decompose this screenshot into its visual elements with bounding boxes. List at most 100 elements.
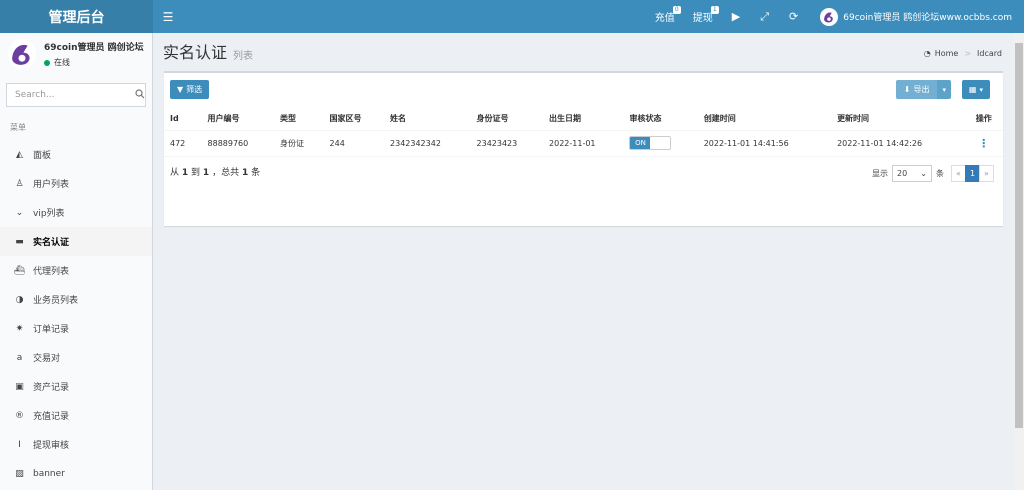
breadcrumb-separator: > [964, 49, 972, 58]
recharge-link[interactable]: 充值 0 [646, 0, 684, 33]
sidebar-item-label: 订单记录 [33, 325, 70, 335]
toggle-on-label: ON [630, 137, 651, 149]
page-button-current[interactable]: 1 [965, 165, 980, 182]
prev-page-button[interactable]: « [951, 165, 966, 182]
cell-id-number: 23423423 [470, 130, 544, 157]
pagination: 显示 20 ⌄ 条 « 1 » [872, 165, 994, 182]
table-icon: ▦ [968, 85, 977, 94]
filter-button[interactable]: ▼ 筛选 [170, 80, 210, 99]
withdraw-link[interactable]: 提现 1 [684, 0, 722, 33]
withdraw-label: 提现 [692, 13, 713, 24]
sidebar-item-label: 充值记录 [33, 412, 70, 422]
user-menu[interactable]: 69coin管理员 鸥创论坛www.ocbbs.com [808, 7, 1012, 26]
scrollbar-thumb[interactable] [1015, 43, 1023, 428]
cell-updated: 2022-11-01 14:42:26 [831, 130, 965, 157]
cell-status: ON [623, 130, 698, 157]
sidebar-item[interactable]: ♙ 用户列表 [0, 169, 152, 198]
column-header[interactable]: 国家区号 [323, 108, 385, 131]
sidebar-search [6, 83, 146, 107]
page-size-label: 显示 [872, 169, 888, 178]
text-height-icon: Ⅰ [18, 439, 21, 450]
image-icon: ▨ [15, 468, 24, 479]
sidebar-item-label: vip列表 [33, 209, 65, 219]
brand-logo[interactable]: 管理后台 [0, 0, 153, 33]
user-status: 在线 [44, 57, 144, 68]
column-header[interactable]: 类型 [274, 108, 324, 131]
filter-label: 筛选 [186, 85, 203, 94]
play-icon[interactable]: ▶ [722, 0, 750, 33]
export-button[interactable]: ⬇ 导出 [895, 80, 938, 99]
ship-icon: ⛴ [13, 265, 26, 276]
sidebar-user-name: 69coin管理员 鸥创论坛www.ocbbs.com [44, 43, 144, 53]
registered-icon: ® [15, 410, 24, 421]
column-header[interactable]: 用户编号 [201, 108, 275, 131]
cell-name: 2342342342 [384, 130, 471, 157]
sidebar-item[interactable]: ▬ 实名认证 [0, 227, 152, 256]
sidebar-item[interactable]: ® 充值记录 [0, 401, 152, 430]
sidebar-item-label: 资产记录 [33, 383, 70, 393]
sidebar-item[interactable]: ✷ 订单记录 [0, 314, 152, 343]
dashboard-icon: ◔ [923, 49, 931, 58]
sidebar-item[interactable]: ⌄ vip列表 [0, 198, 152, 227]
column-header[interactable]: Id [164, 108, 202, 131]
breadcrumb: ◔ Home > Idcard [924, 49, 1002, 58]
column-header[interactable]: 创建时间 [697, 108, 832, 131]
export-label: 导出 [913, 85, 930, 94]
column-header[interactable]: 审核状态 [623, 108, 698, 131]
sidebar-item[interactable]: ▣ 资产记录 [0, 372, 152, 401]
to-value: 1 [202, 168, 210, 178]
column-header[interactable]: 身份证号 [470, 108, 544, 131]
search-input[interactable] [15, 90, 135, 100]
sidebar-item-label: 用户列表 [33, 180, 70, 190]
column-header[interactable]: 姓名 [384, 108, 471, 131]
export-button-group: ⬇ 导出 ▾ [895, 80, 951, 99]
columns-button[interactable]: ▦ ▾ [961, 80, 990, 99]
export-dropdown-button[interactable]: ▾ [937, 80, 951, 99]
more-actions-icon[interactable]: ⋮ [978, 137, 989, 150]
recharge-badge: 0 [672, 6, 681, 14]
cell-user-no: 88889760 [201, 130, 275, 157]
cell-actions: ⋮ [964, 130, 1003, 157]
column-header[interactable]: 操作 [964, 108, 1003, 131]
avatar [8, 39, 36, 69]
sidebar-item-label: banner [33, 468, 65, 479]
refresh-icon[interactable]: ⟳ [779, 0, 808, 33]
column-header[interactable]: 更新时间 [831, 108, 965, 131]
sidebar-item-label: 实名认证 [33, 238, 70, 248]
sidebar-toggle-icon[interactable]: ☰ [153, 0, 183, 33]
menu-header: 菜单 [10, 123, 26, 132]
gear-icon: ✷ [15, 323, 24, 334]
sidebar-item[interactable]: ⛴ 代理列表 [0, 256, 152, 285]
money-icon: ▣ [15, 381, 24, 392]
recharge-label: 充值 [654, 13, 675, 24]
filter-icon: ▼ [177, 85, 184, 94]
fullscreen-icon[interactable]: ⤢ [750, 0, 779, 33]
column-header[interactable]: 出生日期 [543, 108, 624, 131]
top-user-name: 69coin管理员 鸥创论坛www.ocbbs.com [843, 13, 1012, 23]
page-title: 实名认证 [163, 43, 228, 62]
page-scrollbar[interactable] [1014, 33, 1024, 490]
area-chart-icon: ◭ [16, 149, 23, 160]
cell-id: 472 [164, 130, 202, 157]
pagination-info: 从 1 到 1 ，总共 1 条 [170, 165, 260, 178]
breadcrumb-home[interactable]: Home [935, 49, 959, 58]
sidebar-item[interactable]: ◑ 业务员列表 [0, 285, 152, 314]
status-toggle[interactable]: ON [629, 136, 672, 150]
sidebar: 69coin管理员 鸥创论坛www.ocbbs.com 在线 菜单 ◭ 面板 ♙ 用户… [0, 33, 153, 490]
next-page-button[interactable]: » [979, 165, 994, 182]
sidebar-item[interactable]: ◭ 面板 [0, 140, 152, 169]
cell-birth: 2022-11-01 [543, 130, 624, 157]
chevron-down-icon: ▾ [979, 85, 983, 94]
sidebar-item-label: 提现审核 [33, 441, 70, 451]
search-icon[interactable] [135, 88, 145, 102]
table-row: 472 88889760 身份证 244 2342342342 23423423 2022-… [164, 130, 1003, 157]
online-dot-icon [44, 59, 50, 66]
page-size-select[interactable]: 20 ⌄ [892, 165, 932, 182]
total-value: 1 [241, 168, 249, 178]
sidebar-item[interactable]: Ⅰ 提现审核 [0, 430, 152, 459]
sidebar-item[interactable]: ▨ banner [0, 459, 152, 488]
content-header: 实名认证 列表 ◔ Home > Idcard [153, 33, 1014, 71]
sidebar-item-label: 业务员列表 [33, 296, 79, 306]
sidebar-item[interactable]: a 交易对 [0, 343, 152, 372]
user-icon: ♙ [15, 178, 24, 189]
